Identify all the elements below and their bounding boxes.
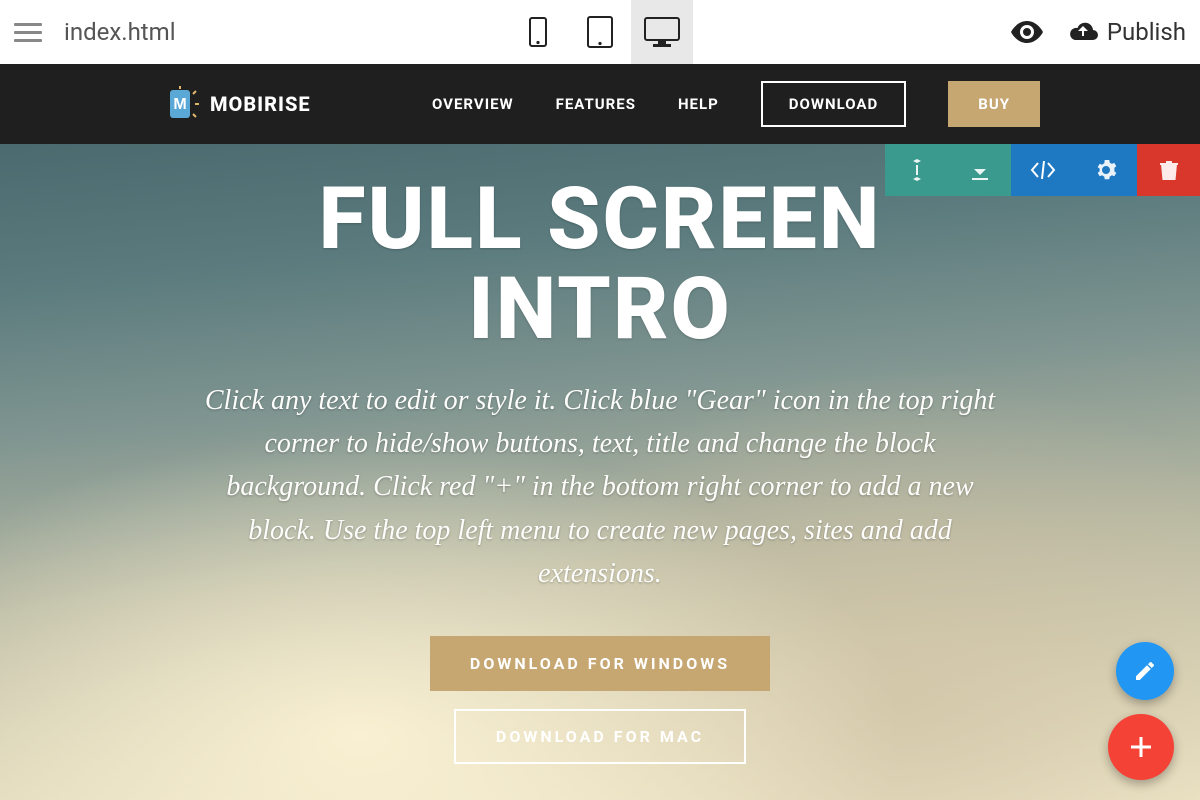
hero-block[interactable]: FULL SCREEN INTRO Click any text to edit… [0, 144, 1200, 800]
nav-help[interactable]: HELP [678, 95, 719, 113]
download-mac-button[interactable]: DOWNLOAD FOR MAC [454, 709, 746, 764]
publish-label: Publish [1107, 18, 1186, 46]
add-block-fab[interactable] [1108, 714, 1174, 780]
gear-block-button[interactable] [1074, 144, 1137, 196]
mobile-view-button[interactable] [507, 0, 569, 64]
hero-subtitle[interactable]: Click any text to edit or style it. Clic… [200, 379, 1000, 596]
plus-icon [1127, 733, 1155, 761]
site-nav: M MOBIRISE OVERVIEW FEATURES HELP DOWNLO… [0, 64, 1200, 144]
hero-buttons: DOWNLOAD FOR WINDOWS DOWNLOAD FOR MAC [430, 636, 770, 764]
nav-overview[interactable]: OVERVIEW [432, 95, 514, 113]
nav-download-button[interactable]: DOWNLOAD [761, 81, 906, 127]
nav-features[interactable]: FEATURES [556, 95, 636, 113]
pencil-icon [1133, 659, 1157, 683]
logo-icon: M [160, 84, 200, 124]
file-name[interactable]: index.html [64, 18, 176, 46]
brand-name: MOBIRISE [210, 92, 311, 116]
tablet-view-button[interactable] [569, 0, 631, 64]
brand-logo[interactable]: M MOBIRISE [160, 84, 311, 124]
device-switcher [507, 0, 693, 64]
code-block-button[interactable] [1011, 144, 1074, 196]
save-block-button[interactable] [948, 144, 1011, 196]
toolbar-right: Publish [1011, 18, 1186, 46]
app-toolbar: index.html Publish [0, 0, 1200, 64]
block-toolbar [885, 144, 1200, 196]
preview-icon[interactable] [1011, 21, 1043, 43]
download-windows-button[interactable]: DOWNLOAD FOR WINDOWS [430, 636, 770, 691]
menu-icon[interactable] [14, 18, 42, 46]
hero-title-line1: FULL SCREEN [319, 168, 882, 269]
nav-buy-button[interactable]: BUY [948, 81, 1040, 127]
cloud-upload-icon [1069, 21, 1099, 43]
hero-title[interactable]: FULL SCREEN INTRO [319, 174, 882, 355]
hero-title-line2: INTRO [468, 258, 732, 359]
nav-links: OVERVIEW FEATURES HELP DOWNLOAD BUY [432, 81, 1040, 127]
delete-block-button[interactable] [1137, 144, 1200, 196]
edit-fab[interactable] [1116, 642, 1174, 700]
desktop-view-button[interactable] [631, 0, 693, 64]
svg-text:M: M [173, 96, 186, 113]
move-block-button[interactable] [885, 144, 948, 196]
publish-button[interactable]: Publish [1069, 18, 1186, 46]
